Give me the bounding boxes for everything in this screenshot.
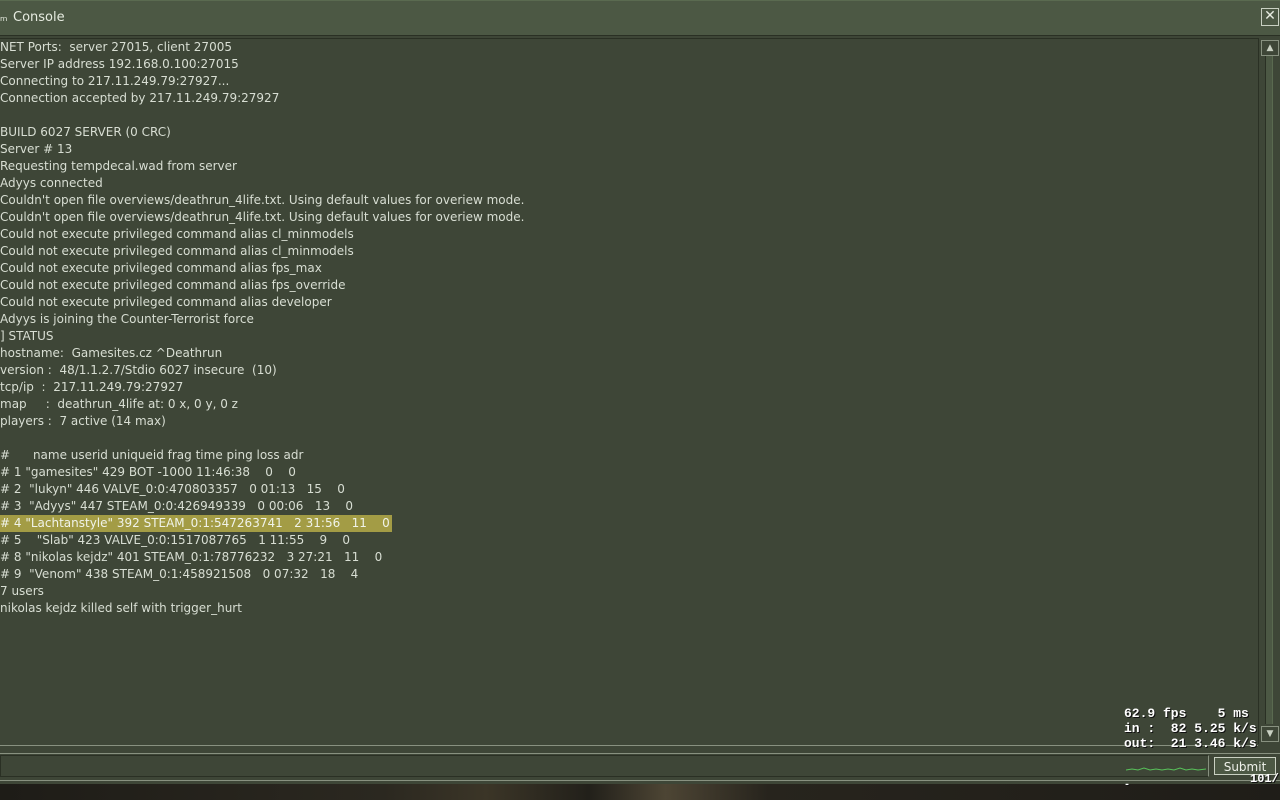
command-input[interactable] [0, 755, 1209, 777]
game-background [0, 784, 1280, 800]
log-line: # 9 "Venom" 438 STEAM_0:1:458921508 0 07… [0, 567, 359, 581]
log-line: Couldn't open file overviews/deathrun_4l… [0, 193, 525, 207]
net-graph-plot [1126, 767, 1206, 771]
log-line: Connection accepted by 217.11.249.79:279… [0, 91, 280, 105]
log-line: # 5 "Slab" 423 VALVE_0:0:1517087765 1 11… [0, 533, 351, 547]
log-line: map : deathrun_4life at: 0 x, 0 y, 0 z [0, 397, 238, 411]
net-graph-in: in : 82 5.25 k/s [1124, 721, 1257, 736]
steam-icon: ₘ [0, 10, 8, 24]
scroll-up-button[interactable]: ▲ [1261, 40, 1279, 56]
log-line: Could not execute privileged command ali… [0, 295, 332, 309]
log-line: Server # 13 [0, 142, 73, 156]
log-line: Could not execute privileged command ali… [0, 227, 354, 241]
log-line: Requesting tempdecal.wad from server [0, 159, 237, 173]
close-icon: ✕ [1264, 8, 1276, 24]
title-bar[interactable]: ₘ Console ✕ [0, 1, 1280, 36]
console-window: ₘ Console ✕ NET Ports: server 27015, cli… [0, 0, 1280, 785]
arrow-up-icon: ▲ [1266, 43, 1274, 53]
log-line: BUILD 6027 SERVER (0 CRC) [0, 125, 171, 139]
log-line: Adyys is joining the Counter-Terrorist f… [0, 312, 254, 326]
log-line: ] STATUS [0, 329, 54, 343]
log-line: Could not execute privileged command ali… [0, 278, 346, 292]
window-title: Console [13, 10, 65, 25]
log-line: hostname: Gamesites.cz ^Deathrun [0, 346, 223, 360]
net-graph: 62.9 fps 5 ms 60/s in : 82 5.25 k/s out:… [1124, 706, 1280, 791]
log-line: Server IP address 192.168.0.100:27015 [0, 57, 239, 71]
log-line: Could not execute privileged command ali… [0, 261, 322, 275]
log-line: NET Ports: server 27015, client 27005 [0, 40, 232, 54]
log-line: 7 users [0, 584, 44, 598]
log-line: # 8 "nikolas kejdz" 401 STEAM_0:1:787762… [0, 550, 383, 564]
close-button[interactable]: ✕ [1261, 8, 1279, 26]
log-line: Adyys connected [0, 176, 103, 190]
log-line: tcp/ip : 217.11.249.79:27927 [0, 380, 184, 394]
log-line: # 2 "lukyn" 446 VALVE_0:0:470803357 0 01… [0, 482, 345, 496]
net-graph-out: out: 21 3.46 k/s [1124, 736, 1257, 751]
log-line: Connecting to 217.11.249.79:27927... [0, 74, 230, 88]
net-graph-dash: - [1124, 780, 1131, 791]
log-line: # 4 "Lachtanstyle" 392 STEAM_0:1:5472637… [0, 515, 392, 532]
net-graph-fps: 62.9 fps 5 ms 60/s [1124, 706, 1249, 721]
net-graph-extra: 101/ [1250, 772, 1279, 786]
command-bar: Submit [0, 753, 1280, 781]
log-line: players : 7 active (14 max) [0, 414, 166, 428]
log-line: # 1 "gamesites" 429 BOT -1000 11:46:38 0… [0, 465, 296, 479]
log-line: Could not execute privileged command ali… [0, 244, 354, 258]
log-line: Couldn't open file overviews/deathrun_4l… [0, 210, 525, 224]
scroll-track[interactable] [1265, 56, 1273, 724]
console-output[interactable]: NET Ports: server 27015, client 27005 Ser… [0, 38, 1258, 746]
log-line: nikolas kejdz killed self with trigger_h… [0, 601, 242, 615]
scrollbar[interactable]: ▲ ▼ [1258, 38, 1279, 744]
log-line: version : 48/1.1.2.7/Stdio 6027 insecure… [0, 363, 277, 377]
log-line: # name userid uniqueid frag time ping lo… [0, 448, 304, 462]
log-line: # 3 "Adyys" 447 STEAM_0:0:426949339 0 00… [0, 499, 354, 513]
